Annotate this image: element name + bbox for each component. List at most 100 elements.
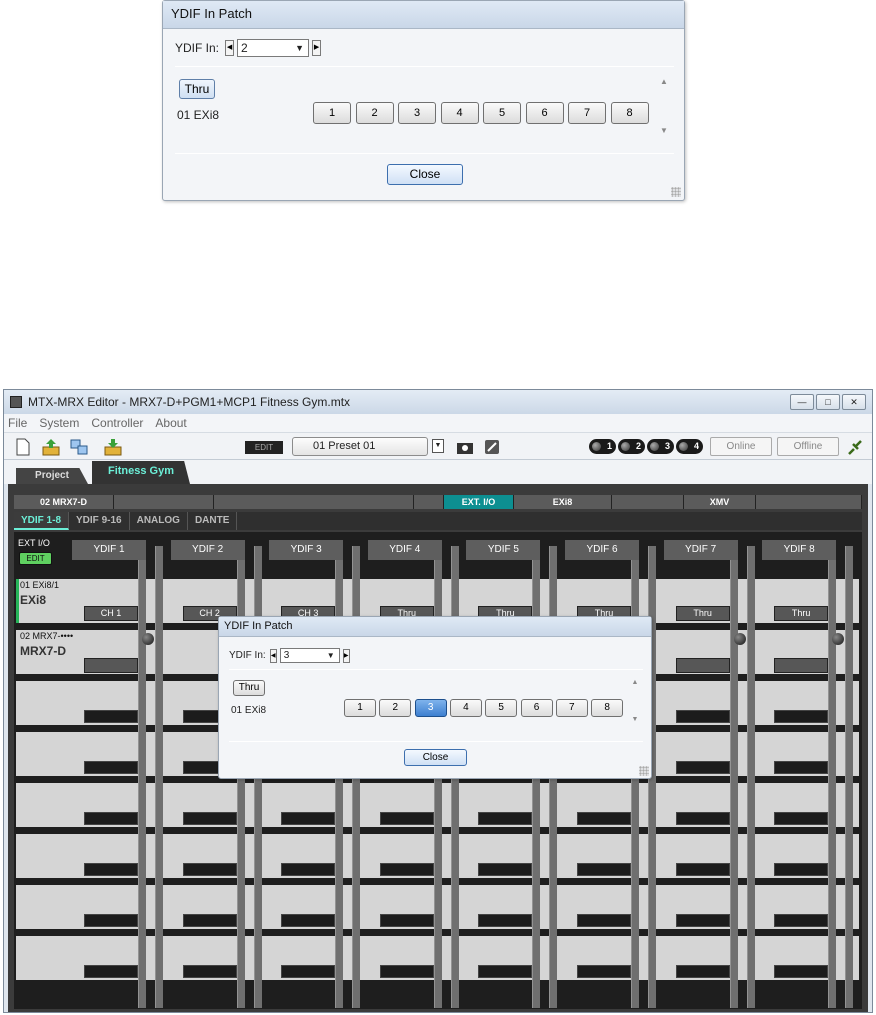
- prev-arrow-button[interactable]: ◀: [225, 40, 235, 56]
- preset-dropdown-icon[interactable]: ▼: [432, 439, 444, 453]
- channel-1-button[interactable]: 1: [313, 102, 351, 124]
- offline-button[interactable]: Offline: [777, 437, 839, 456]
- patch-slot[interactable]: [281, 863, 336, 876]
- patch-slot[interactable]: [774, 863, 829, 876]
- patch-slot[interactable]: [84, 761, 138, 774]
- patch-slot[interactable]: [281, 812, 336, 825]
- patch-slot[interactable]: [478, 812, 533, 825]
- patch-slot[interactable]: [379, 914, 434, 927]
- patch-slot[interactable]: [478, 914, 533, 927]
- patch-slot[interactable]: [478, 863, 533, 876]
- resize-grip[interactable]: [671, 187, 681, 197]
- channel-5-button[interactable]: 5: [485, 699, 518, 717]
- memory-4-button[interactable]: 4: [676, 439, 703, 454]
- patch-button-empty[interactable]: [84, 658, 138, 673]
- tab-ydif-9-16[interactable]: YDIF 9-16: [69, 512, 130, 530]
- patch-slot[interactable]: [281, 965, 336, 978]
- tab-analog[interactable]: ANALOG: [130, 512, 188, 530]
- channel-6-button[interactable]: 6: [525, 102, 564, 124]
- scroll-down-icon[interactable]: ▼: [657, 126, 671, 135]
- online-button[interactable]: Online: [710, 437, 772, 456]
- unit-tab-1[interactable]: [114, 495, 214, 509]
- thru-button[interactable]: Thru: [179, 79, 215, 99]
- patch-button-ch-1[interactable]: CH 1: [84, 606, 138, 621]
- patch-button-thru[interactable]: Thru: [675, 606, 730, 621]
- thru-button[interactable]: Thru: [233, 680, 265, 696]
- channel-3-button[interactable]: 3: [398, 102, 436, 124]
- patch-slot[interactable]: [675, 761, 730, 774]
- tab-fitness-gym[interactable]: Fitness Gym: [92, 461, 190, 484]
- transfer-icon[interactable]: [70, 438, 88, 456]
- next-arrow-button[interactable]: ▶: [312, 40, 322, 56]
- patch-slot[interactable]: [774, 761, 829, 774]
- patch-slot[interactable]: [774, 914, 829, 927]
- patch-slot[interactable]: [577, 965, 631, 978]
- channel-6-button[interactable]: 6: [520, 699, 553, 717]
- patch-slot[interactable]: [281, 914, 336, 927]
- channel-8-button[interactable]: 8: [610, 102, 649, 124]
- unit-tab-4[interactable]: EXT. I/O: [444, 495, 514, 509]
- ydif-in-select[interactable]: 3 ▼: [279, 648, 340, 663]
- resize-grip[interactable]: [639, 766, 649, 776]
- unit-tab-6[interactable]: [612, 495, 684, 509]
- ydif-in-select[interactable]: 2 ▼: [237, 39, 310, 57]
- patch-slot[interactable]: [675, 710, 730, 723]
- menu-system[interactable]: System: [39, 416, 79, 430]
- channel-2-button[interactable]: 2: [355, 102, 394, 124]
- scrollbar[interactable]: ▲ ▼: [657, 77, 671, 143]
- patch-slot[interactable]: [577, 812, 631, 825]
- close-button[interactable]: Close: [404, 749, 467, 766]
- patch-slot[interactable]: [182, 863, 237, 876]
- scroll-up-icon[interactable]: ▲: [657, 77, 671, 86]
- patch-slot[interactable]: [478, 965, 533, 978]
- patch-button-empty[interactable]: [774, 658, 829, 673]
- maximize-icon[interactable]: □: [816, 394, 840, 410]
- channel-2-button[interactable]: 2: [379, 699, 412, 717]
- patch-slot[interactable]: [84, 710, 138, 723]
- menu-controller[interactable]: Controller: [91, 416, 143, 430]
- memory-3-button[interactable]: 3: [647, 439, 674, 454]
- patch-slot[interactable]: [182, 965, 237, 978]
- prev-arrow-button[interactable]: ◀: [269, 648, 277, 663]
- unit-tab-0[interactable]: 02 MRX7-D: [14, 495, 114, 509]
- unit-tab-5[interactable]: EXi8: [514, 495, 612, 509]
- unit-tab-2[interactable]: [214, 495, 414, 509]
- unit-tab-7[interactable]: XMV: [684, 495, 756, 509]
- next-arrow-button[interactable]: ▶: [342, 648, 350, 663]
- patch-slot[interactable]: [675, 812, 730, 825]
- patch-slot[interactable]: [675, 863, 730, 876]
- tab-project[interactable]: Project: [16, 468, 88, 484]
- patch-button-thru[interactable]: Thru: [774, 606, 829, 621]
- menu-file[interactable]: File: [8, 416, 27, 430]
- open-file-icon[interactable]: [42, 438, 60, 456]
- close-icon[interactable]: ✕: [842, 394, 866, 410]
- unit-tab-3[interactable]: [414, 495, 444, 509]
- patch-slot[interactable]: [774, 965, 829, 978]
- memory-1-button[interactable]: 1: [589, 439, 616, 454]
- channel-4-button[interactable]: 4: [440, 102, 479, 124]
- camera-icon[interactable]: [456, 438, 474, 456]
- ext-io-edit-button[interactable]: EDIT: [19, 552, 52, 565]
- patch-slot[interactable]: [675, 965, 730, 978]
- channel-7-button[interactable]: 7: [568, 102, 606, 124]
- unit-tab-8[interactable]: [756, 495, 862, 509]
- channel-7-button[interactable]: 7: [555, 699, 588, 717]
- menu-about[interactable]: About: [155, 416, 186, 430]
- patch-slot[interactable]: [182, 812, 237, 825]
- channel-8-button[interactable]: 8: [591, 699, 624, 717]
- close-button[interactable]: Close: [387, 164, 463, 185]
- tab-dante[interactable]: DANTE: [188, 512, 238, 530]
- patch-slot[interactable]: [379, 965, 434, 978]
- channel-1-button[interactable]: 1: [344, 699, 376, 717]
- patch-slot[interactable]: [84, 965, 138, 978]
- patch-slot[interactable]: [379, 812, 434, 825]
- patch-slot[interactable]: [379, 863, 434, 876]
- scroll-up-icon[interactable]: ▲: [628, 679, 642, 686]
- scrollbar[interactable]: ▲ ▼: [628, 679, 642, 731]
- channel-3-button[interactable]: 3: [414, 699, 447, 717]
- patch-slot[interactable]: [84, 863, 138, 876]
- patch-slot[interactable]: [577, 863, 631, 876]
- channel-4-button[interactable]: 4: [449, 699, 482, 717]
- channel-5-button[interactable]: 5: [483, 102, 521, 124]
- save-icon[interactable]: [104, 438, 122, 456]
